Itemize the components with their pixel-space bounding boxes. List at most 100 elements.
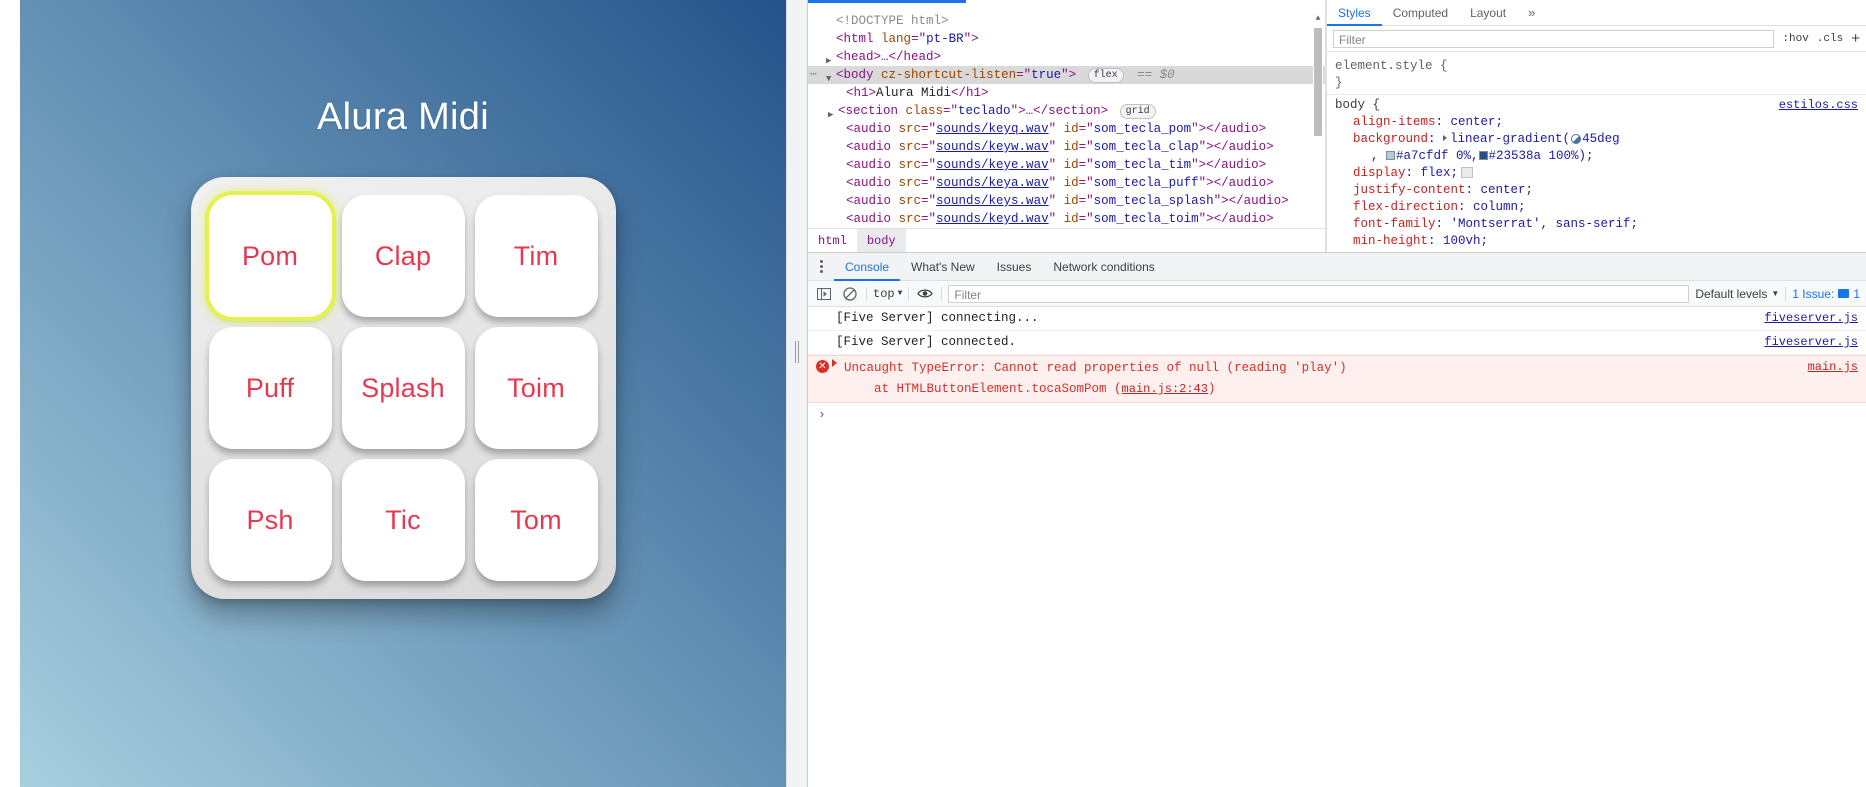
keyboard-grid: Pom Clap Tim Puff Splash Toim Psh Tic To… xyxy=(190,177,616,599)
context-label: top xyxy=(873,286,895,301)
console-filter-input[interactable]: Filter xyxy=(948,284,1690,303)
issues-counter-button[interactable]: 1 Issue: 1 xyxy=(1792,287,1860,301)
section-attr-value: teclado xyxy=(958,104,1011,118)
dom-tree: <!DOCTYPE html> <html lang="pt-BR"> ▶ <h… xyxy=(808,6,1325,228)
key-toim[interactable]: Toim xyxy=(474,327,598,449)
key-clap[interactable]: Clap xyxy=(341,195,465,317)
tab-styles[interactable]: Styles xyxy=(1327,0,1382,26)
declaration-justify-content[interactable]: justify-content: center; xyxy=(1335,182,1858,199)
audio-src-link[interactable]: sounds/keya.wav xyxy=(936,176,1049,190)
tab-network-conditions[interactable]: Network conditions xyxy=(1042,253,1165,280)
tab-issues[interactable]: Issues xyxy=(986,253,1043,280)
gradient-editor-icon[interactable] xyxy=(1571,134,1582,144)
key-psh[interactable]: Psh xyxy=(208,459,332,581)
hov-toggle-button[interactable]: :hov xyxy=(1782,33,1808,45)
devtools-splitter[interactable] xyxy=(786,0,808,787)
prop-value: 'Montserrat', sans-serif; xyxy=(1450,217,1639,231)
error-icon: ✕ xyxy=(816,360,829,373)
stack-frame-link[interactable]: main.js:2:43 xyxy=(1122,382,1208,396)
dom-line-audio-3[interactable]: <audio src="sounds/keya.wav" id="som_tec… xyxy=(808,174,1325,192)
audio-src-link[interactable]: sounds/keys.wav xyxy=(936,194,1049,208)
gradient-stop-2: #23538a 100%); xyxy=(1488,149,1594,163)
more-tabs-icon[interactable]: » xyxy=(1517,0,1546,25)
chevron-down-icon: ▼ xyxy=(1771,289,1780,298)
console-message-error[interactable]: ✕ Uncaught TypeError: Cannot read proper… xyxy=(808,355,1866,403)
prop-value: center; xyxy=(1450,115,1504,129)
declaration-align-items[interactable]: align-items: center; xyxy=(1335,114,1858,131)
dom-line-audio-0[interactable]: <audio src="sounds/keyq.wav" id="som_tec… xyxy=(808,120,1325,138)
prop-name: background xyxy=(1353,132,1429,146)
splitter-grip-icon xyxy=(795,341,799,363)
key-puff[interactable]: Puff xyxy=(208,327,332,449)
console-sidebar-icon[interactable] xyxy=(814,285,834,303)
grid-badge[interactable]: grid xyxy=(1119,104,1156,119)
doctype-text: <!DOCTYPE html> xyxy=(836,14,949,28)
body-tag-name: body xyxy=(843,68,874,82)
h1-text: Alura Midi xyxy=(876,86,952,100)
audio-src-link[interactable]: sounds/keyw.wav xyxy=(936,140,1049,154)
cls-toggle-button[interactable]: .cls xyxy=(1817,33,1843,45)
color-swatch[interactable] xyxy=(1478,151,1488,160)
styles-filter-input[interactable]: Filter xyxy=(1333,29,1775,48)
key-tim[interactable]: Tim xyxy=(474,195,598,317)
tab-whats-new[interactable]: What's New xyxy=(900,253,986,280)
error-message-text: Uncaught TypeError: Cannot read properti… xyxy=(844,361,1347,375)
key-pom[interactable]: Pom xyxy=(208,195,332,317)
overflow-dots-icon[interactable]: ⋯ xyxy=(810,66,818,84)
dom-line-audio-2[interactable]: <audio src="sounds/keye.wav" id="som_tec… xyxy=(808,156,1325,174)
console-message-source-link[interactable]: fiveserver.js xyxy=(1764,332,1858,353)
scroll-up-arrow-icon[interactable]: ▲ xyxy=(1313,14,1323,24)
dom-line-audio-4[interactable]: <audio src="sounds/keys.wav" id="som_tec… xyxy=(808,192,1325,210)
dom-tree-scrollbar[interactable]: ▲ ▼ xyxy=(1313,14,1323,228)
body-selector[interactable]: body { xyxy=(1335,98,1380,112)
key-splash[interactable]: Splash xyxy=(341,327,465,449)
expand-gradient-icon[interactable] xyxy=(1443,135,1448,141)
page-title: Alura Midi xyxy=(317,96,489,138)
execution-context-selector[interactable]: top ▼ xyxy=(873,287,902,301)
scrollbar-thumb[interactable] xyxy=(1314,28,1322,136)
new-style-rule-button[interactable]: + xyxy=(1851,31,1860,46)
element-style-selector[interactable]: element.style { xyxy=(1335,58,1858,75)
dom-line-doctype: <!DOCTYPE html> xyxy=(808,12,1325,30)
live-expression-eye-icon[interactable] xyxy=(915,285,935,303)
dom-line-section[interactable]: ▶ <section class="teclado">…</section> g… xyxy=(808,102,1325,120)
declaration-background[interactable]: background: linear-gradient(45deg , #a7c… xyxy=(1335,131,1858,165)
more-tools-icon[interactable] xyxy=(808,253,834,280)
breadcrumb-item-body[interactable]: body xyxy=(856,229,906,252)
body-attr-value: true xyxy=(1031,68,1062,82)
declaration-font-family[interactable]: font-family: 'Montserrat', sans-serif; xyxy=(1335,216,1858,233)
prop-name: font-family xyxy=(1353,217,1436,231)
elements-pane: <!DOCTYPE html> <html lang="pt-BR"> ▶ <h… xyxy=(808,0,1326,252)
dom-line-audio-5[interactable]: <audio src="sounds/keyd.wav" id="som_tec… xyxy=(808,210,1325,228)
audio-src-link[interactable]: sounds/keyq.wav xyxy=(936,122,1049,136)
dom-line-html[interactable]: <html lang="pt-BR"> xyxy=(808,30,1325,48)
audio-src-link[interactable]: sounds/keye.wav xyxy=(936,158,1049,172)
color-swatch[interactable] xyxy=(1386,151,1396,160)
console-prompt-input[interactable] xyxy=(808,403,1866,425)
flex-badge[interactable]: flex xyxy=(1087,68,1124,83)
declaration-flex-direction[interactable]: flex-direction: column; xyxy=(1335,199,1858,216)
error-source-link[interactable]: main.js xyxy=(1808,357,1858,378)
log-levels-dropdown[interactable]: Default levels ▼ xyxy=(1695,287,1779,301)
expand-stack-icon[interactable] xyxy=(832,359,837,367)
audio-src-link[interactable]: sounds/keyd.wav xyxy=(936,212,1049,226)
declaration-display[interactable]: display: flex; xyxy=(1335,165,1858,182)
dom-line-h1[interactable]: <h1>Alura Midi</h1> xyxy=(808,84,1325,102)
stylesheet-origin-link[interactable]: estilos.css xyxy=(1779,97,1858,114)
clear-console-icon[interactable] xyxy=(840,285,860,303)
audio-id: som_tecla_puff xyxy=(1093,176,1199,190)
drawer-tabstrip: Console What's New Issues Network condit… xyxy=(808,253,1866,281)
dom-line-body[interactable]: ⋯ ▼ <body cz-shortcut-listen="true"> fle… xyxy=(808,66,1325,84)
key-tic[interactable]: Tic xyxy=(341,459,465,581)
tab-layout[interactable]: Layout xyxy=(1459,0,1517,25)
breadcrumb-item-html[interactable]: html xyxy=(808,229,857,252)
audio-id: som_tecla_clap xyxy=(1093,140,1199,154)
flex-overlay-icon[interactable] xyxy=(1461,167,1474,178)
console-message-source-link[interactable]: fiveserver.js xyxy=(1764,308,1858,329)
tab-console[interactable]: Console xyxy=(834,253,901,281)
dom-line-head[interactable]: ▶ <head>…</head> xyxy=(808,48,1325,66)
key-tom[interactable]: Tom xyxy=(474,459,598,581)
dom-line-audio-1[interactable]: <audio src="sounds/keyw.wav" id="som_tec… xyxy=(808,138,1325,156)
declaration-min-height[interactable]: min-height: 100vh; xyxy=(1335,233,1858,250)
tab-computed[interactable]: Computed xyxy=(1382,0,1459,25)
